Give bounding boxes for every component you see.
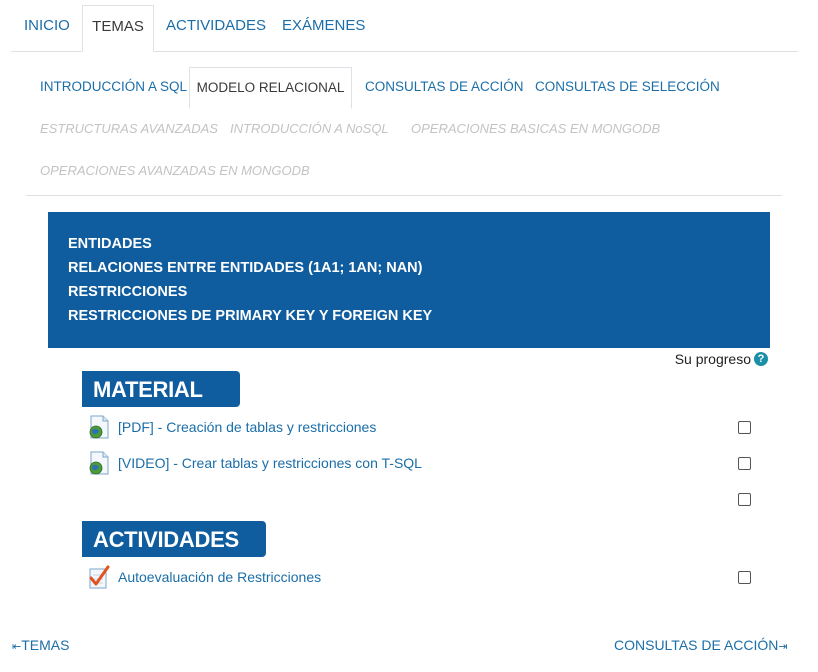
subtab-operaciones-avanzadas-mongodb: OPERACIONES AVANZADAS EN MONGODB bbox=[40, 163, 310, 178]
prev-section-link[interactable]: ⇤TEMAS bbox=[12, 637, 69, 653]
arrow-right-bar-icon: ⇥ bbox=[778, 641, 788, 653]
subtab-consultas-accion[interactable]: CONSULTAS DE ACCIÓN bbox=[365, 67, 524, 107]
arrow-left-bar-icon: ⇤ bbox=[12, 641, 22, 653]
summary-line: ENTIDADES bbox=[68, 236, 152, 252]
next-section-label: CONSULTAS DE ACCIÓN bbox=[614, 637, 779, 653]
summary-line: RELACIONES ENTRE ENTIDADES (1A1; 1AN; NA… bbox=[68, 260, 423, 276]
activity-video: [VIDEO] - Crear tablas y restricciones c… bbox=[88, 449, 422, 477]
tab-inicio[interactable]: INICIO bbox=[24, 5, 70, 51]
topic-summary: ENTIDADES RELACIONES ENTRE ENTIDADES (1A… bbox=[48, 212, 770, 348]
next-section-link[interactable]: CONSULTAS DE ACCIÓN⇥ bbox=[614, 637, 788, 653]
section-header-actividades: ACTIVIDADES bbox=[82, 521, 266, 557]
summary-line: RESTRICCIONES DE PRIMARY KEY Y FOREIGN K… bbox=[68, 308, 433, 324]
tab-actividades[interactable]: ACTIVIDADES bbox=[166, 5, 266, 51]
subtab-consultas-seleccion[interactable]: CONSULTAS DE SELECCIÓN bbox=[535, 67, 720, 107]
topic-sub-tabs: INTRODUCCIÓN A SQL MODELO RELACIONAL CON… bbox=[26, 67, 782, 196]
tab-examenes[interactable]: EXÁMENES bbox=[282, 5, 365, 51]
progress-label: Su progreso bbox=[674, 351, 751, 367]
completion-checkbox[interactable] bbox=[738, 457, 751, 470]
activity-link[interactable]: [VIDEO] - Crear tablas y restricciones c… bbox=[118, 455, 422, 471]
subtab-introduccion-nosql: INTRODUCCIÓN A NoSQL bbox=[230, 121, 389, 136]
section-header-material: MATERIAL bbox=[82, 371, 240, 407]
activity-quiz: Autoevaluación de Restricciones bbox=[88, 563, 321, 591]
resource-file-icon bbox=[88, 451, 110, 475]
help-icon[interactable]: ? bbox=[754, 352, 768, 366]
activity-link[interactable]: [PDF] - Creación de tablas y restriccion… bbox=[118, 419, 376, 435]
subtab-estructuras-avanzadas: ESTRUCTURAS AVANZADAS bbox=[40, 121, 218, 136]
summary-line: RESTRICCIONES bbox=[68, 284, 188, 300]
subtab-operaciones-basicas-mongodb: OPERACIONES BASICAS EN MONGODB bbox=[411, 121, 661, 136]
completion-checkbox[interactable] bbox=[738, 493, 751, 506]
tab-temas[interactable]: TEMAS bbox=[82, 5, 154, 52]
resource-file-icon bbox=[88, 415, 110, 439]
activity-link[interactable]: Autoevaluación de Restricciones bbox=[118, 569, 321, 585]
completion-checkbox[interactable] bbox=[738, 421, 751, 434]
activity-pdf: [PDF] - Creación de tablas y restriccion… bbox=[88, 413, 376, 441]
quiz-check-icon bbox=[88, 565, 110, 589]
subtab-introduccion-sql[interactable]: INTRODUCCIÓN A SQL bbox=[40, 67, 187, 107]
subtab-modelo-relacional[interactable]: MODELO RELACIONAL bbox=[189, 67, 352, 109]
course-top-tabs: INICIO TEMAS ACTIVIDADES EXÁMENES bbox=[11, 5, 798, 52]
prev-section-label: TEMAS bbox=[21, 637, 70, 653]
completion-checkbox[interactable] bbox=[738, 571, 751, 584]
progress-indicator: Su progreso ? bbox=[675, 351, 768, 367]
